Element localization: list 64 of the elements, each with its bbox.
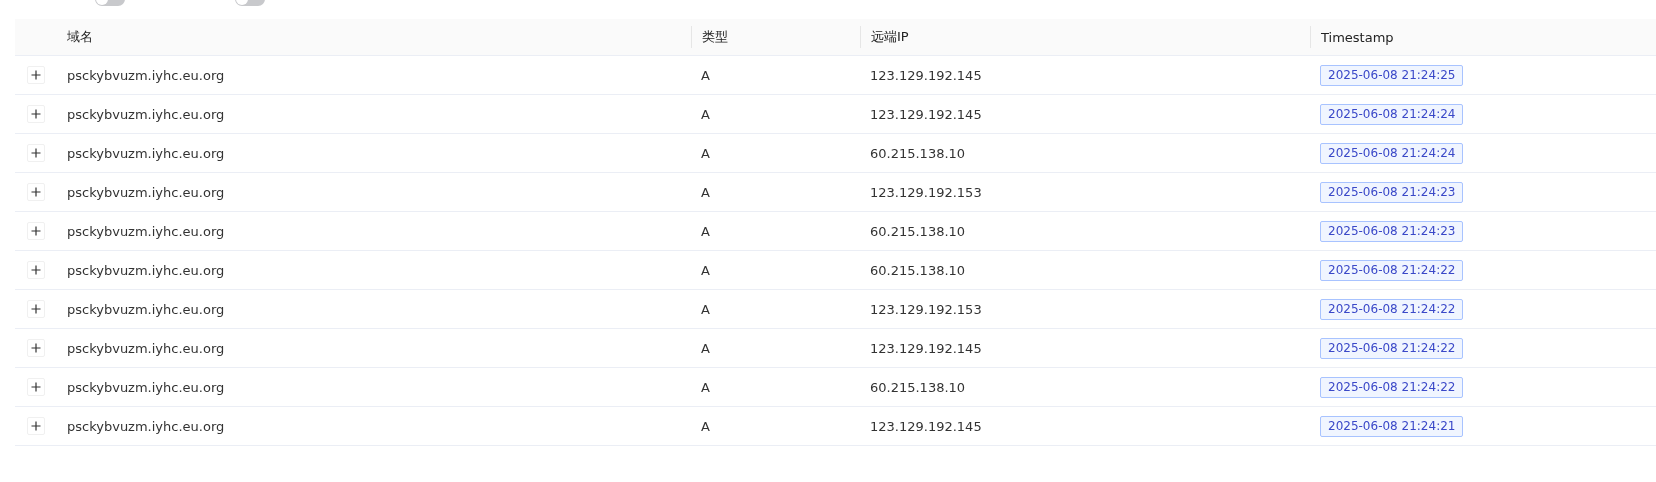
expand-button[interactable] — [27, 261, 45, 279]
table-cell: 60.215.138.10 — [870, 145, 966, 161]
table-cell: A — [701, 262, 710, 278]
expand-button[interactable] — [27, 66, 45, 84]
table-cell: 60.215.138.10 — [870, 262, 966, 278]
table-cell: 123.129.192.145 — [870, 67, 982, 83]
expand-button[interactable] — [27, 105, 45, 123]
plus-icon — [31, 148, 41, 158]
table-cell: 123.129.192.153 — [870, 301, 982, 317]
table-cell: 60.215.138.10 — [870, 223, 966, 239]
plus-icon — [31, 265, 41, 275]
table-cell: A — [701, 67, 710, 83]
table-cell: psckybvuzm.iyhc.eu.org — [67, 262, 225, 278]
table-cell: psckybvuzm.iyhc.eu.org — [67, 340, 225, 356]
table-cell: 60.215.138.10 — [870, 379, 966, 395]
table-cell: psckybvuzm.iyhc.eu.org — [67, 184, 225, 200]
expand-button[interactable] — [27, 417, 45, 435]
plus-icon — [31, 70, 41, 80]
table-cell: A — [701, 301, 710, 317]
expand-button[interactable] — [27, 183, 45, 201]
table-cell: A — [701, 184, 710, 200]
plus-icon — [31, 343, 41, 353]
table-cell: A — [701, 418, 710, 434]
timestamp-tag: 2025-06-08 21:24:25 — [1320, 64, 1464, 86]
table-cell: 123.129.192.145 — [870, 106, 982, 122]
timestamp-tag: 2025-06-08 21:24:24 — [1320, 103, 1464, 125]
table-cell: psckybvuzm.iyhc.eu.org — [67, 145, 225, 161]
plus-icon — [31, 421, 41, 431]
table-cell: 123.129.192.145 — [870, 340, 982, 356]
timestamp-tag: 2025-06-08 21:24:22 — [1320, 376, 1464, 398]
table-cell: 123.129.192.153 — [870, 184, 982, 200]
plus-icon — [31, 187, 41, 197]
table-cell: A — [701, 145, 710, 161]
column-header: 远端IP — [870, 28, 909, 46]
timestamp-tag: 2025-06-08 21:24:22 — [1320, 337, 1464, 359]
table-cell: A — [701, 379, 710, 395]
expand-button[interactable] — [27, 300, 45, 318]
timestamp-tag: 2025-06-08 21:24:22 — [1320, 298, 1464, 320]
timestamp-tag: 2025-06-08 21:24:23 — [1320, 181, 1464, 203]
table-cell: A — [701, 223, 710, 239]
column-header: Timestamp — [1320, 29, 1394, 45]
column-header: 域名 — [66, 28, 93, 46]
expand-button[interactable] — [27, 378, 45, 396]
plus-icon — [31, 109, 41, 119]
column-header: 类型 — [701, 28, 728, 46]
table-cell: psckybvuzm.iyhc.eu.org — [67, 106, 225, 122]
table-cell: psckybvuzm.iyhc.eu.org — [67, 67, 225, 83]
plus-icon — [31, 226, 41, 236]
table-cell: A — [701, 340, 710, 356]
table-cell: psckybvuzm.iyhc.eu.org — [67, 223, 225, 239]
timestamp-tag: 2025-06-08 21:24:23 — [1320, 220, 1464, 242]
expand-button[interactable] — [27, 144, 45, 162]
timestamp-tag: 2025-06-08 21:24:22 — [1320, 259, 1464, 281]
expand-button[interactable] — [27, 339, 45, 357]
expand-button[interactable] — [27, 222, 45, 240]
table-cell: A — [701, 106, 710, 122]
timestamp-tag: 2025-06-08 21:24:24 — [1320, 142, 1464, 164]
table-cell: psckybvuzm.iyhc.eu.org — [67, 379, 225, 395]
table-cell: psckybvuzm.iyhc.eu.org — [67, 301, 225, 317]
timestamp-tag: 2025-06-08 21:24:21 — [1320, 415, 1464, 437]
plus-icon — [31, 304, 41, 314]
table-cell: psckybvuzm.iyhc.eu.org — [67, 418, 225, 434]
plus-icon — [31, 382, 41, 392]
table-cell: 123.129.192.145 — [870, 418, 982, 434]
